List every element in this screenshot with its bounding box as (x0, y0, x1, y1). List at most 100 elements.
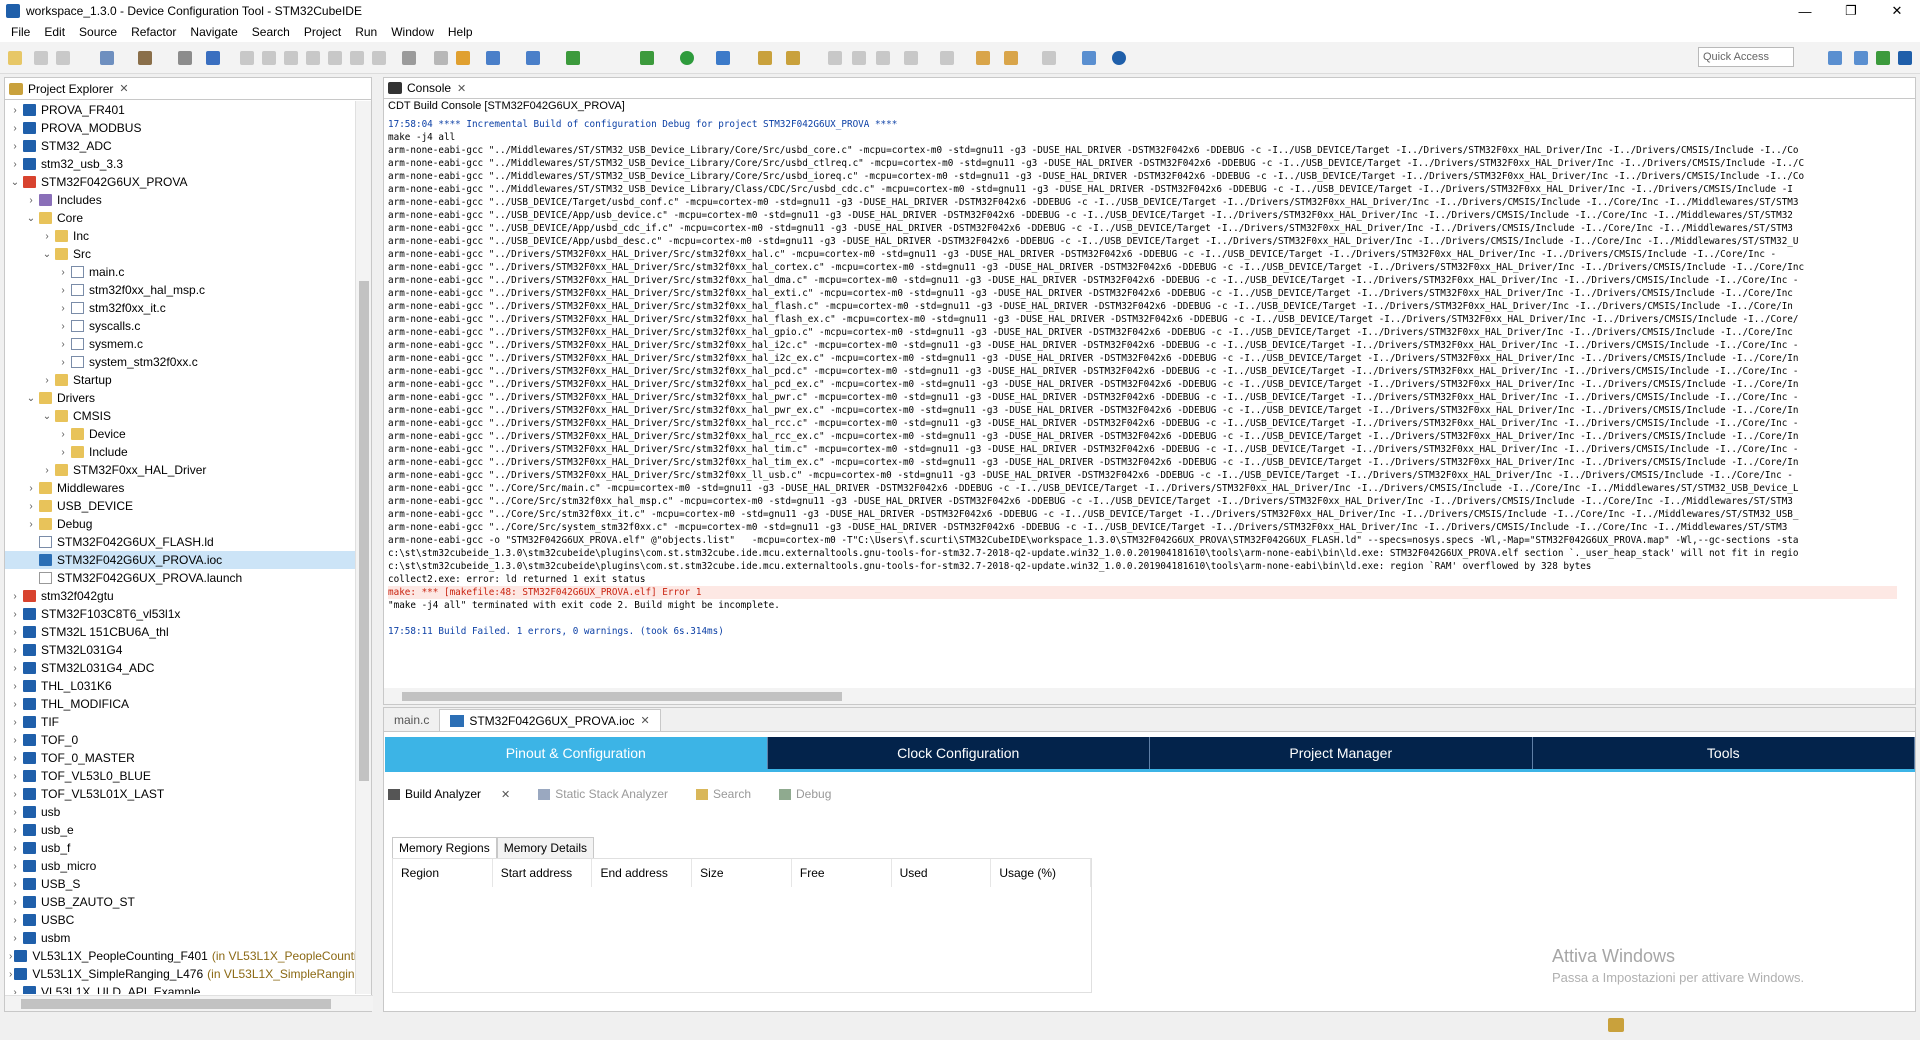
tree-item[interactable]: › TOF_VL53L0_BLUE (5, 767, 357, 785)
tree-item[interactable]: ⌄ STM32F042G6UX_PROVA (5, 173, 357, 191)
tree-item[interactable]: › Debug (5, 515, 357, 533)
menu-file[interactable]: File (4, 25, 37, 39)
tree-item[interactable]: › Startup (5, 371, 357, 389)
resume-icon[interactable] (240, 51, 254, 65)
prev-annotation-icon[interactable] (940, 51, 954, 65)
tree-item[interactable]: › USBC (5, 911, 357, 929)
step-over-icon[interactable] (350, 51, 364, 65)
tab-debug[interactable]: Debug (779, 787, 845, 801)
chevron-right-icon[interactable]: › (9, 789, 21, 800)
new-project-icon[interactable] (486, 51, 500, 65)
chevron-right-icon[interactable]: › (9, 969, 12, 980)
tab-search[interactable]: Search (695, 787, 765, 801)
chevron-right-icon[interactable]: › (9, 753, 21, 764)
tree-item[interactable]: › STM32L 151CBU6A_thl (5, 623, 357, 641)
tab-tools[interactable]: Tools (1533, 737, 1915, 769)
tab-pinout-configuration[interactable]: Pinout & Configuration (385, 737, 768, 769)
column-start-address[interactable]: Start address (493, 859, 593, 887)
explorer-vertical-scrollbar[interactable] (355, 101, 371, 994)
console-horizontal-scrollbar[interactable] (384, 688, 1915, 704)
console-output[interactable]: 17:58:04 **** Incremental Build of confi… (388, 118, 1897, 686)
debug-bug-icon[interactable] (640, 51, 654, 65)
back-icon[interactable] (1004, 51, 1018, 65)
column-free[interactable]: Free (792, 859, 892, 887)
chevron-right-icon[interactable]: › (57, 267, 69, 278)
new-cpp-icon[interactable] (566, 51, 580, 65)
chevron-right-icon[interactable]: › (9, 771, 21, 782)
menu-window[interactable]: Window (384, 25, 441, 39)
clean-icon[interactable] (178, 51, 192, 65)
external-tools-icon[interactable] (716, 51, 730, 65)
tree-item[interactable]: › Includes (5, 191, 357, 209)
chevron-right-icon[interactable]: › (9, 879, 21, 890)
chevron-right-icon[interactable]: › (57, 429, 69, 440)
tree-item[interactable]: ⌄ Core (5, 209, 357, 227)
chevron-right-icon[interactable]: › (9, 699, 21, 710)
chevron-right-icon[interactable]: › (57, 447, 69, 458)
step-into-icon[interactable] (328, 51, 342, 65)
tree-item[interactable]: › Middlewares (5, 479, 357, 497)
project-explorer-tab[interactable]: Project Explorer ✕ (5, 78, 371, 100)
chevron-right-icon[interactable]: › (9, 807, 21, 818)
chevron-right-icon[interactable]: › (57, 339, 69, 350)
chevron-right-icon[interactable]: › (41, 465, 53, 476)
scroll-thumb[interactable] (402, 692, 842, 701)
chevron-right-icon[interactable]: › (41, 375, 53, 386)
build-config-icon[interactable] (100, 51, 114, 65)
restart-icon[interactable] (434, 51, 448, 65)
perspective-debug-icon[interactable] (1876, 51, 1890, 65)
chevron-right-icon[interactable]: › (9, 159, 21, 170)
tree-item[interactable]: › STM32L031G4 (5, 641, 357, 659)
tab-memory-details[interactable]: Memory Details (496, 837, 595, 858)
chevron-right-icon[interactable]: › (41, 231, 53, 242)
chevron-right-icon[interactable]: › (25, 483, 37, 494)
tree-item[interactable]: › syscalls.c (5, 317, 357, 335)
chevron-right-icon[interactable]: › (57, 303, 69, 314)
chevron-right-icon[interactable]: › (9, 735, 21, 746)
save-all-icon[interactable] (56, 51, 70, 65)
chevron-right-icon[interactable]: › (9, 897, 21, 908)
tree-item[interactable]: › USB_ZAUTO_ST (5, 893, 357, 911)
column-used[interactable]: Used (892, 859, 992, 887)
tree-item[interactable]: › sysmem.c (5, 335, 357, 353)
perspective-ide-icon[interactable] (1898, 51, 1912, 65)
tree-item[interactable]: › stm32f0xx_hal_msp.c (5, 281, 357, 299)
chevron-right-icon[interactable]: › (9, 825, 21, 836)
menu-source[interactable]: Source (72, 25, 124, 39)
step-return-icon[interactable] (372, 51, 386, 65)
chevron-right-icon[interactable]: › (9, 915, 21, 926)
tree-item[interactable]: › system_stm32f0xx.c (5, 353, 357, 371)
skip-breakpoints-icon[interactable] (206, 51, 220, 65)
perspective-mx-icon[interactable] (1854, 51, 1868, 65)
tab-build-analyzer[interactable]: Build Analyzer ✕ (388, 787, 524, 801)
menu-edit[interactable]: Edit (37, 25, 72, 39)
tree-item[interactable]: › Device (5, 425, 357, 443)
menu-help[interactable]: Help (441, 25, 480, 39)
console-tab[interactable]: Console ✕ (384, 78, 1915, 99)
tree-item[interactable]: › PROVA_MODBUS (5, 119, 357, 137)
chevron-right-icon[interactable]: › (9, 933, 21, 944)
device-config-icon[interactable] (456, 51, 470, 65)
new-class-icon[interactable] (526, 51, 540, 65)
tree-item[interactable]: › PROVA_FR401 (5, 101, 357, 119)
tree-item[interactable]: › usbm (5, 929, 357, 947)
tree-item[interactable]: STM32F042G6UX_PROVA.ioc (5, 551, 357, 569)
save-icon[interactable] (34, 51, 48, 65)
build-icon[interactable] (138, 51, 152, 65)
column-usage[interactable]: Usage (%) (991, 859, 1092, 887)
maximize-button[interactable]: ❐ (1828, 0, 1874, 22)
close-icon[interactable]: ✕ (457, 82, 466, 95)
chevron-right-icon[interactable]: › (9, 717, 21, 728)
chevron-right-icon[interactable]: › (9, 609, 21, 620)
tree-item[interactable]: › USB_DEVICE (5, 497, 357, 515)
tab-clock-configuration[interactable]: Clock Configuration (768, 737, 1150, 769)
tab-ioc[interactable]: STM32F042G6UX_PROVA.ioc ✕ (439, 709, 661, 731)
tree-item[interactable]: › Inc (5, 227, 357, 245)
tree-item[interactable]: ⌄ Src (5, 245, 357, 263)
chevron-down-icon[interactable]: ⌄ (41, 411, 53, 422)
chevron-right-icon[interactable]: › (9, 861, 21, 872)
chevron-right-icon[interactable]: › (25, 501, 37, 512)
tree-item[interactable]: › VL53L1X_PeopleCounting_F401 (in VL53L1X_… (5, 947, 357, 965)
tab-project-manager[interactable]: Project Manager (1150, 737, 1533, 769)
chevron-down-icon[interactable]: ⌄ (25, 393, 37, 404)
